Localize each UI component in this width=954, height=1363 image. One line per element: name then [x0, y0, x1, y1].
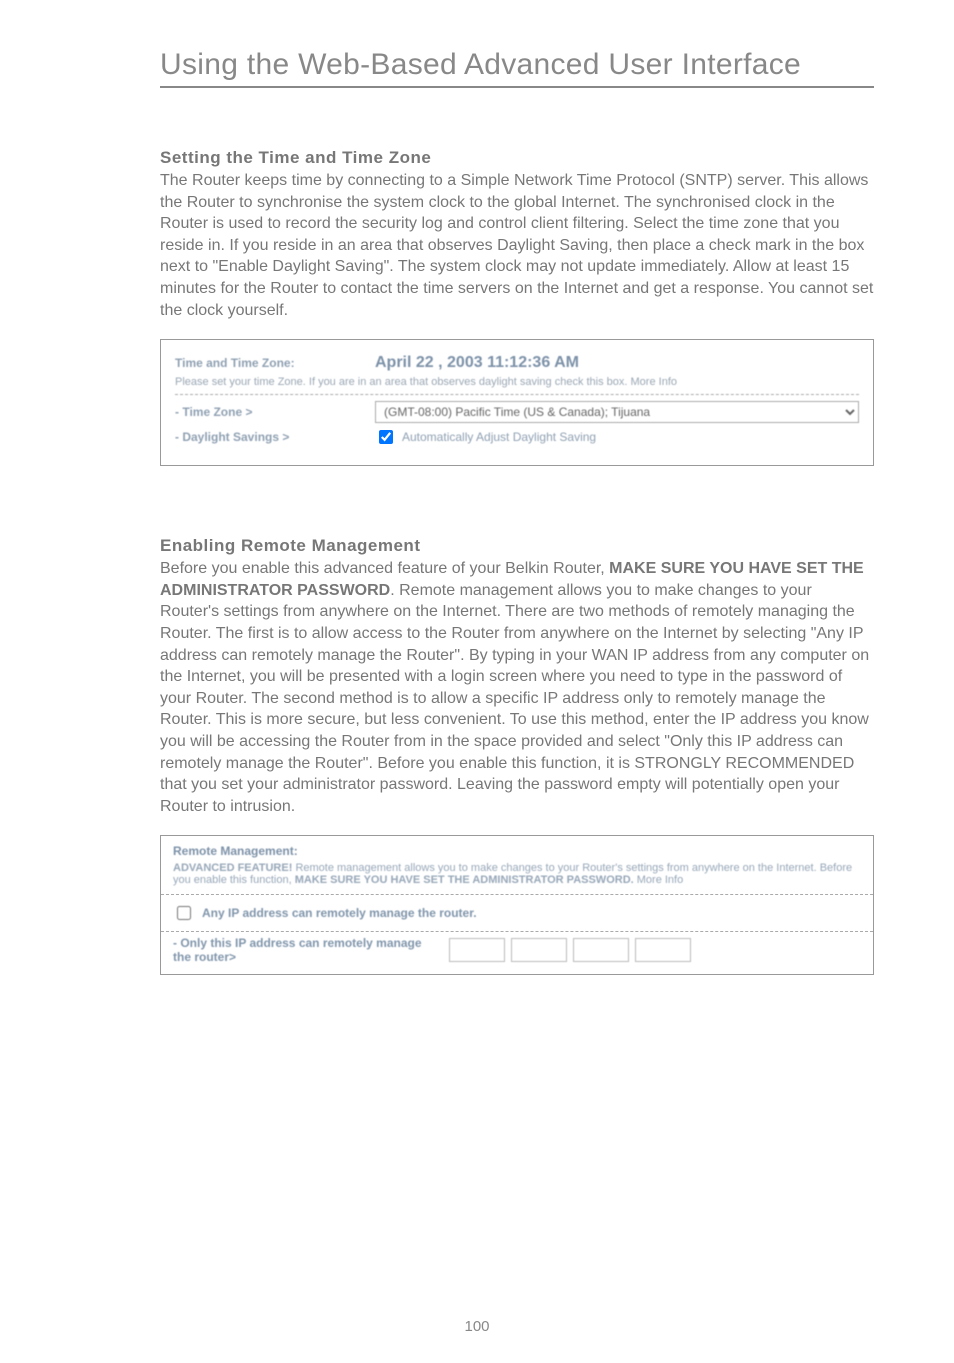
any-ip-label: Any IP address can remotely manage the r…	[202, 906, 477, 920]
header-divider	[160, 86, 874, 88]
timezone-select[interactable]: (GMT-08:00) Pacific Time (US & Canada); …	[375, 401, 859, 423]
section-title-time: Setting the Time and Time Zone	[160, 148, 874, 168]
remote-desc-bold: MAKE SURE YOU HAVE SET THE ADMINISTRATOR…	[295, 874, 634, 886]
chapter-title: Using the Web-Based Advanced User Interf…	[160, 48, 874, 82]
section-title-remote: Enabling Remote Management	[160, 536, 874, 556]
time-panel-desc: Please set your time Zone. If you are in…	[175, 376, 859, 395]
daylight-savings-label: - Daylight Savings >	[175, 430, 375, 444]
timezone-label: - Time Zone >	[175, 405, 375, 419]
remote-body-part2: . Remote management allows you to make c…	[160, 582, 869, 815]
ip-octet-1[interactable]	[449, 938, 505, 962]
ip-octet-4[interactable]	[635, 938, 691, 962]
ip-input-group	[449, 938, 691, 962]
current-datetime: April 22 , 2003 11:12:36 AM	[375, 354, 579, 372]
remote-desc-part3: More Info	[634, 874, 684, 886]
time-zone-panel: Time and Time Zone: April 22 , 2003 11:1…	[160, 339, 874, 466]
only-ip-label: - Only this IP address can remotely mana…	[173, 936, 433, 964]
ip-octet-2[interactable]	[511, 938, 567, 962]
ip-octet-3[interactable]	[573, 938, 629, 962]
remote-management-panel: Remote Management: ADVANCED FEATURE! Rem…	[160, 835, 874, 975]
daylight-savings-checkbox[interactable]	[379, 430, 393, 444]
daylight-savings-checkbox-label: Automatically Adjust Daylight Saving	[402, 430, 596, 444]
remote-panel-title: Remote Management:	[173, 844, 861, 858]
any-ip-checkbox[interactable]	[177, 906, 191, 920]
section-body-remote: Before you enable this advanced feature …	[160, 558, 874, 817]
remote-body-part1: Before you enable this advanced feature …	[160, 560, 609, 577]
page-number: 100	[0, 1318, 954, 1335]
remote-desc-part1: ADVANCED FEATURE!	[173, 862, 295, 874]
remote-panel-desc: ADVANCED FEATURE! Remote management allo…	[173, 862, 861, 886]
section-body-time: The Router keeps time by connecting to a…	[160, 170, 874, 321]
time-panel-heading: Time and Time Zone:	[175, 356, 375, 370]
